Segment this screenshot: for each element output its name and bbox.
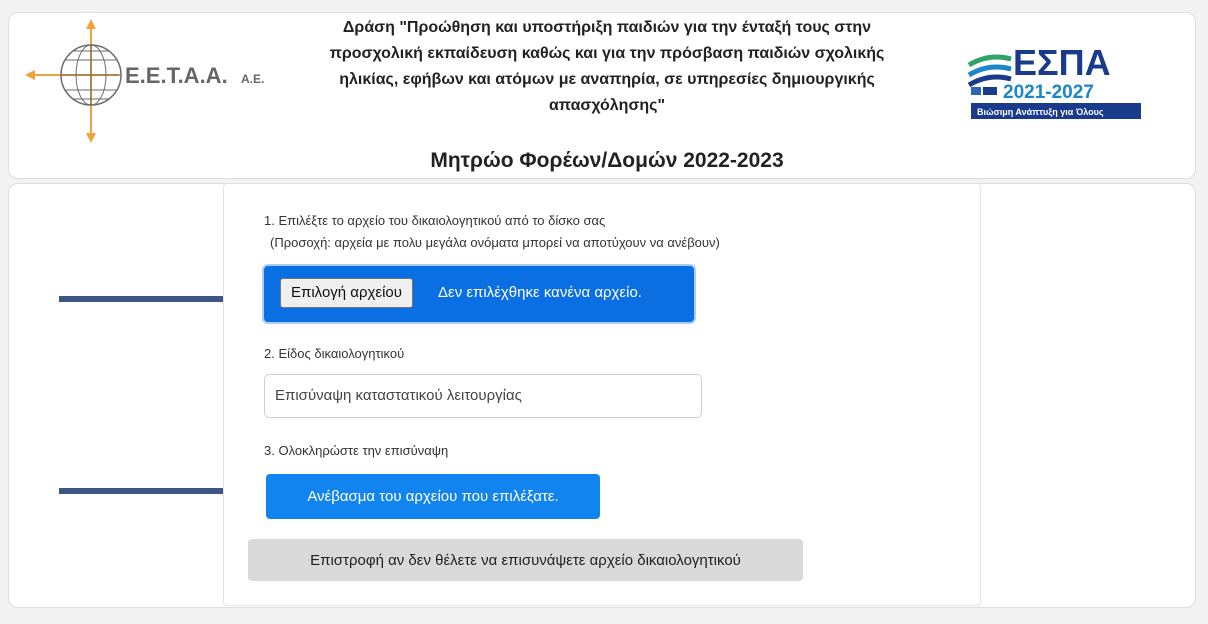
choose-file-button[interactable]: Επιλογή αρχείου xyxy=(280,278,413,308)
upload-file-button[interactable]: Ανέβασμα του αρχείου που επιλέξατε. xyxy=(266,474,600,519)
eetaa-logo: E.E.T.A.A. A.E. xyxy=(25,19,264,143)
step1-note: (Προσοχή: αρχεία με πολυ μεγάλα ονόματα … xyxy=(270,235,720,250)
espa-logo-text: ΕΣΠΑ xyxy=(1013,42,1111,83)
upload-form: 1. Επιλέξτε το αρχείο του δικαιολογητικο… xyxy=(223,183,981,606)
eetaa-logo-suffix: A.E. xyxy=(241,72,264,86)
registry-title: Μητρώο Φορέων/Δομών 2022-2023 xyxy=(430,149,784,172)
main-panel: 1. Επιλέξτε το αρχείο του δικαιολογητικο… xyxy=(8,183,1196,608)
action-title: Δράση "Προώθηση και υποστήριξη παιδιών γ… xyxy=(329,19,885,114)
file-status-text: Δεν επιλέχθηκε κανένα αρχείο. xyxy=(438,284,642,301)
step3-label: 3. Ολοκληρώστε την επισύναψη xyxy=(264,443,449,458)
file-input[interactable]: Επιλογή αρχείου Δεν επιλέχθηκε κανένα αρ… xyxy=(264,266,694,322)
page-header: E.E.T.A.A. A.E. Δράση "Προώθηση και υποσ… xyxy=(8,12,1196,179)
espa-logo-years: 2021-2027 xyxy=(1003,82,1094,103)
back-button[interactable]: Επιστροφή αν δεν θέλετε να επισυνάψετε α… xyxy=(248,539,803,581)
step2-label: 2. Είδος δικαιολογητικού xyxy=(264,346,405,361)
espa-logo: ΕΣΠΑ 2021-2027 Βιώσιμη Ανάπτυξη για Όλου… xyxy=(967,42,1141,119)
espa-logo-tagline: Βιώσιμη Ανάπτυξη για Όλους xyxy=(977,107,1104,117)
document-type-field[interactable]: Επισύναψη καταστατικού λειτουργίας xyxy=(264,374,702,418)
eetaa-logo-text: E.E.T.A.A. xyxy=(125,63,228,88)
step1-label: 1. Επιλέξτε το αρχείο του δικαιολογητικο… xyxy=(264,213,606,228)
